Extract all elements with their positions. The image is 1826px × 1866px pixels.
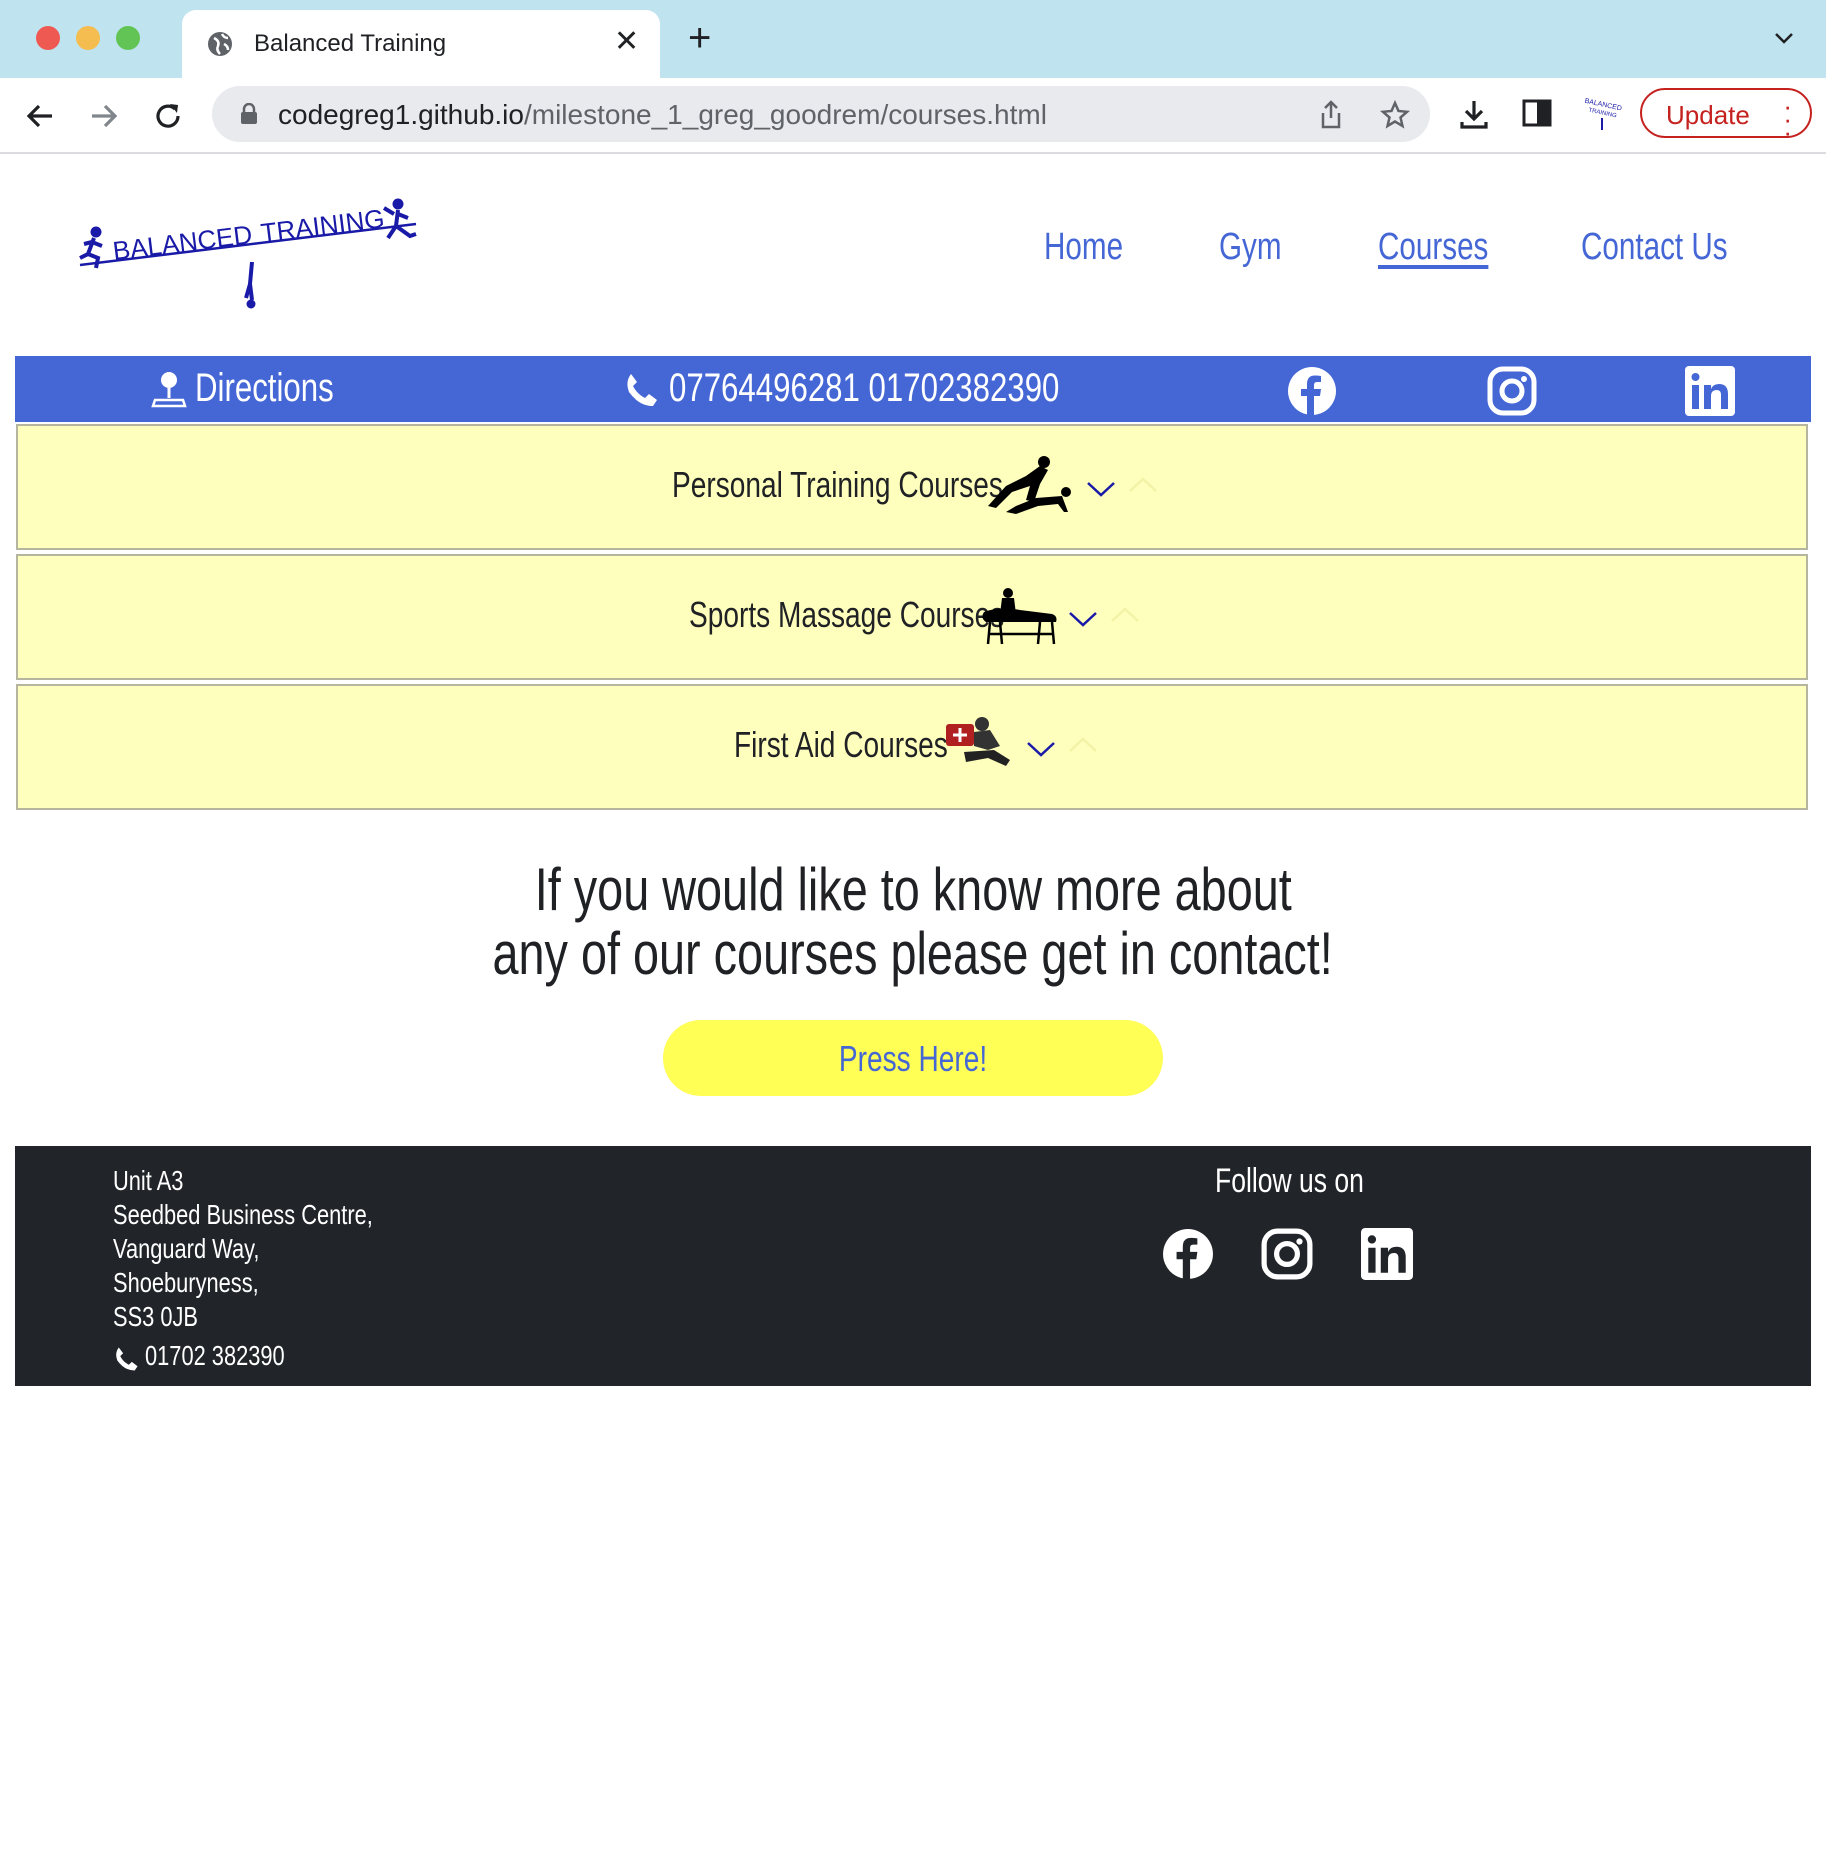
accordion-title: Sports Massage Courses — [689, 594, 1005, 635]
menu-dots-icon: · · · — [1783, 91, 1792, 147]
window-minimize-button[interactable] — [76, 26, 100, 50]
address-line: SS3 0JB — [113, 1301, 198, 1332]
chevron-down-icon — [1087, 482, 1115, 497]
instagram-icon[interactable] — [1487, 366, 1537, 416]
contact-prompt: If you would like to know more about any… — [0, 858, 1826, 986]
close-icon[interactable]: ✕ — [614, 24, 639, 59]
location-icon — [151, 372, 187, 408]
web-page: BALANCED TRAINING Home Gym Courses Conta… — [0, 154, 1826, 1866]
address-line: Vanguard Way, — [113, 1233, 260, 1264]
reload-icon[interactable] — [148, 96, 188, 136]
chevron-down-icon[interactable] — [1772, 26, 1796, 50]
nav-contact-us[interactable]: Contact Us — [1581, 226, 1728, 269]
nav-courses[interactable]: Courses — [1378, 226, 1488, 269]
linkedin-icon[interactable] — [1685, 366, 1735, 416]
download-icon[interactable] — [1458, 98, 1490, 130]
contact-prompt-line2: any of our courses please get in contact… — [492, 920, 1334, 987]
chevron-up-icon — [1069, 737, 1097, 752]
personal-training-image — [988, 456, 1071, 514]
globe-icon — [208, 32, 232, 56]
logo-text-right: TRAINING — [259, 203, 386, 248]
forward-icon[interactable] — [84, 96, 124, 136]
handstand-icon — [244, 261, 256, 309]
contact-prompt-line1: If you would like to know more about — [534, 856, 1292, 923]
jumper-icon — [382, 198, 417, 240]
site-header: BALANCED TRAINING Home Gym Courses Conta… — [0, 154, 1826, 356]
accordion-title: Personal Training Courses — [672, 464, 1003, 505]
sidepanel-icon[interactable] — [1522, 98, 1552, 128]
window-zoom-button[interactable] — [116, 26, 140, 50]
runner-icon — [79, 226, 103, 269]
chevron-down-icon — [1027, 742, 1055, 757]
site-footer: Unit A3 Seedbed Business Centre, Vanguar… — [15, 1146, 1811, 1386]
phone-numbers[interactable]: 07764496281 01702382390 — [669, 366, 1059, 411]
url-text: codegreg1.github.io/milestone_1_greg_goo… — [278, 99, 1047, 130]
accordion-title: First Aid Courses — [734, 724, 948, 765]
facebook-icon[interactable] — [1287, 366, 1337, 416]
lock-icon — [241, 103, 257, 124]
browser-tabstrip: Balanced Training ✕ + — [0, 0, 1826, 78]
press-here-button[interactable]: Press Here! — [663, 1020, 1163, 1096]
instagram-icon[interactable] — [1261, 1228, 1313, 1280]
site-logo[interactable]: BALANCED TRAINING — [76, 198, 422, 316]
share-icon[interactable] — [1318, 100, 1344, 130]
logo-text-left: BALANCED — [111, 219, 254, 266]
chevron-up-icon — [1111, 607, 1139, 622]
follow-us-label: Follow us on — [1215, 1162, 1364, 1200]
chevron-up-icon — [1129, 477, 1157, 492]
linkedin-icon[interactable] — [1361, 1228, 1413, 1280]
back-icon[interactable] — [20, 96, 60, 136]
footer-address: Unit A3 Seedbed Business Centre, Vanguar… — [113, 1164, 373, 1334]
nav-home[interactable]: Home — [1044, 226, 1123, 269]
extension-icon[interactable]: BALANCEDTRAINING — [1580, 92, 1622, 134]
address-bar[interactable]: codegreg1.github.io/milestone_1_greg_goo… — [212, 86, 1430, 142]
phone-icon — [627, 374, 657, 406]
plus-icon[interactable]: + — [688, 18, 711, 58]
address-line: Seedbed Business Centre, — [113, 1199, 373, 1230]
accordion-personal-training[interactable]: Personal Training Courses — [16, 424, 1808, 550]
tab-title: Balanced Training — [254, 30, 447, 57]
accordion-sports-massage[interactable]: Sports Massage Courses — [16, 554, 1808, 680]
directions-link[interactable]: Directions — [195, 366, 334, 411]
footer-phone[interactable]: 01702 382390 — [145, 1340, 285, 1372]
nav-gym[interactable]: Gym — [1219, 226, 1282, 269]
address-line: Unit A3 — [113, 1165, 184, 1196]
browser-toolbar: codegreg1.github.io/milestone_1_greg_goo… — [0, 78, 1826, 154]
address-line: Shoeburyness, — [113, 1267, 259, 1298]
contact-bar: Directions 07764496281 01702382390 — [15, 356, 1811, 422]
update-button[interactable]: Update · · · — [1640, 88, 1812, 147]
accordion-first-aid[interactable]: First Aid Courses — [16, 684, 1808, 810]
facebook-icon[interactable] — [1162, 1228, 1214, 1280]
phone-icon — [116, 1347, 138, 1371]
window-close-button[interactable] — [36, 26, 60, 50]
first-aid-image — [946, 717, 1010, 766]
sports-massage-image — [982, 588, 1057, 645]
star-icon[interactable] — [1380, 100, 1410, 130]
browser-tab[interactable]: Balanced Training ✕ — [182, 10, 660, 78]
chevron-down-icon — [1069, 612, 1097, 627]
